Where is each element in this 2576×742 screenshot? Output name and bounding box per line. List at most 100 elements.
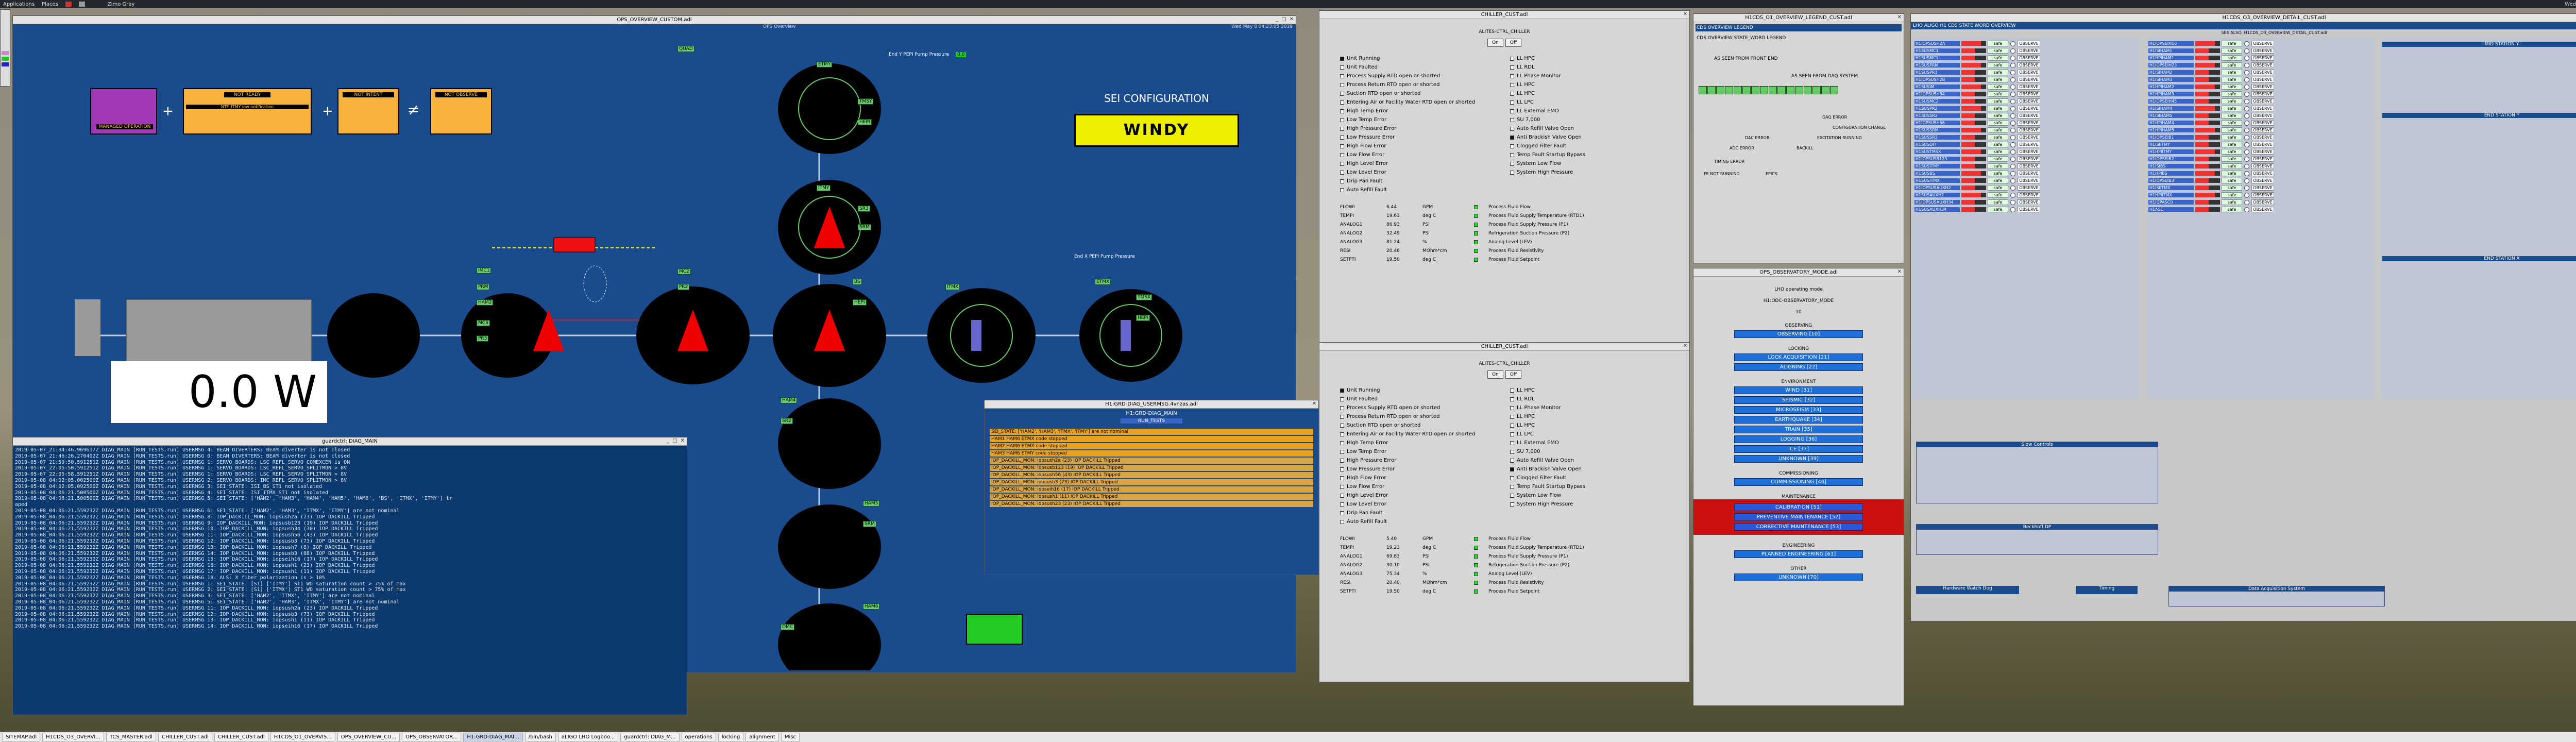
- gear-icon[interactable]: [2010, 156, 2015, 162]
- places-menu[interactable]: Places: [42, 2, 58, 7]
- mode-button[interactable]: CORRECTIVE MAINTENANCE [53]: [1734, 523, 1863, 531]
- not-observe-box[interactable]: NOT OBSERVE: [430, 88, 492, 134]
- gear-icon[interactable]: [2244, 91, 2249, 97]
- gear-icon[interactable]: [2010, 48, 2015, 54]
- model-name[interactable]: H1IOPSUSAUXH34: [1914, 200, 1960, 205]
- close-icon[interactable]: ✕: [1290, 16, 1294, 22]
- gear-icon[interactable]: [2010, 149, 2015, 155]
- gear-icon[interactable]: [2244, 127, 2249, 133]
- mode-button[interactable]: EARTHQUAKE [34]: [1734, 416, 1863, 424]
- model-name[interactable]: H1IOPSEIH45: [2148, 99, 2194, 104]
- model-name[interactable]: H1IOPASC0: [2148, 200, 2194, 205]
- model-name[interactable]: H1HPIHAM2: [2148, 85, 2194, 89]
- applications-menu[interactable]: Applications: [3, 2, 35, 7]
- mode-button[interactable]: CALIBRATION [51]: [1734, 503, 1863, 511]
- model-name[interactable]: H1HPIHAM1: [2148, 56, 2194, 60]
- taskbar-item[interactable]: OPS_OBSERVATOR...: [402, 733, 462, 741]
- device-label[interactable]: HAM4: [781, 397, 798, 403]
- gear-icon[interactable]: [2244, 120, 2249, 126]
- model-name[interactable]: H1SUSSR3: [1914, 135, 1960, 140]
- gear-icon[interactable]: [2010, 134, 2015, 140]
- chiller-off-button[interactable]: Off: [1505, 39, 1522, 47]
- device-label[interactable]: HAM5: [863, 500, 880, 507]
- chiller-on-button[interactable]: On: [1487, 370, 1503, 379]
- model-name[interactable]: H1ISIHAM1: [2148, 48, 2194, 53]
- mini-button[interactable]: [2, 57, 9, 61]
- gear-icon[interactable]: [2010, 77, 2015, 82]
- model-name[interactable]: H1SUSSRM: [1914, 128, 1960, 132]
- mode-button[interactable]: LOCK ACQUISITION [21]: [1734, 353, 1863, 361]
- gear-icon[interactable]: [2010, 84, 2015, 90]
- device-label[interactable]: HEPI: [853, 299, 867, 306]
- gear-icon[interactable]: [2244, 113, 2249, 119]
- chiller-on-button[interactable]: On: [1487, 39, 1503, 47]
- taskbar-item[interactable]: OPS_OVERVIEW_CU...: [337, 733, 400, 741]
- gear-icon[interactable]: [2010, 142, 2015, 147]
- gear-icon[interactable]: [2010, 120, 2015, 126]
- model-name[interactable]: H1ISIHAM3: [2148, 77, 2194, 82]
- gear-icon[interactable]: [2244, 62, 2249, 68]
- gear-icon[interactable]: [2010, 41, 2015, 46]
- model-name[interactable]: H1SUSMC1: [1914, 48, 1960, 53]
- gear-icon[interactable]: [2244, 192, 2249, 198]
- device-label[interactable]: SR3: [858, 206, 870, 212]
- device-label[interactable]: QUAD: [677, 46, 694, 52]
- taskbar-item[interactable]: /bin/bash: [524, 733, 556, 741]
- close-icon[interactable]: ✕: [1683, 11, 1687, 17]
- taskbar-item[interactable]: aLIGO LHO Logboo...: [557, 733, 619, 741]
- model-name[interactable]: H1IOPSUSH2B: [1914, 77, 1960, 82]
- gear-icon[interactable]: [2010, 127, 2015, 133]
- taskbar-item[interactable]: alignment: [745, 733, 779, 741]
- model-name[interactable]: H1IOPSEIH16: [2148, 41, 2194, 46]
- model-name[interactable]: H1ISIBS: [2148, 164, 2194, 168]
- device-label[interactable]: IMC1: [477, 267, 492, 274]
- taskbar-item[interactable]: guardctrl: DIAG_M...: [620, 733, 680, 741]
- device-label[interactable]: HEPI: [1136, 315, 1150, 321]
- model-name[interactable]: H1HPIITMY: [2148, 149, 2194, 154]
- gear-icon[interactable]: [2244, 185, 2249, 191]
- device-label[interactable]: PR2: [677, 284, 690, 290]
- model-name[interactable]: H1SUSAUXH2: [1914, 193, 1960, 197]
- mode-button[interactable]: ICE [37]: [1734, 445, 1863, 453]
- taskbar-item[interactable]: H1CDS_O1_OVERVIS...: [270, 733, 335, 741]
- model-name[interactable]: H1SUSAUXH34: [1914, 207, 1960, 212]
- gear-icon[interactable]: [2010, 70, 2015, 75]
- model-name[interactable]: H1IOPSUSAUXH2: [1914, 185, 1960, 190]
- device-label[interactable]: HEPI: [858, 119, 872, 125]
- gear-icon[interactable]: [2244, 98, 2249, 104]
- gear-icon[interactable]: [2244, 171, 2249, 176]
- gear-icon[interactable]: [2010, 199, 2015, 205]
- model-name[interactable]: H1IOPSUSH34: [1914, 92, 1960, 96]
- model-name[interactable]: H1IOPSEIB1: [2148, 135, 2194, 140]
- taskbar-item[interactable]: operations: [681, 733, 716, 741]
- taskbar-item[interactable]: SITEMAP.adl: [2, 733, 41, 741]
- window-titlebar[interactable]: OPS_OVERVIEW_CUSTOM.adl _ □ ✕: [13, 16, 1296, 24]
- device-label[interactable]: SRM: [863, 521, 876, 527]
- device-label[interactable]: ETMX: [1095, 279, 1111, 285]
- device-label[interactable]: MC3: [477, 320, 490, 326]
- gear-icon[interactable]: [2244, 199, 2249, 205]
- device-label[interactable]: PRM: [477, 284, 490, 290]
- launcher-icon[interactable]: [78, 2, 85, 7]
- model-name[interactable]: H1SUSSR2: [1914, 113, 1960, 118]
- device-label[interactable]: ETMY: [817, 61, 833, 68]
- gear-icon[interactable]: [2244, 207, 2249, 212]
- model-name[interactable]: H1SUSPR2: [1914, 106, 1960, 111]
- gear-icon[interactable]: [2010, 178, 2015, 183]
- device-label[interactable]: PR3: [477, 335, 489, 342]
- gear-icon[interactable]: [2244, 70, 2249, 75]
- model-name[interactable]: H1SUSITMY: [1914, 164, 1960, 168]
- model-name[interactable]: H1HPIBS: [2148, 171, 2194, 176]
- taskbar-item[interactable]: CHILLER_CUST.adl: [214, 733, 268, 741]
- device-label[interactable]: HAM2: [477, 299, 494, 306]
- launcher-icon[interactable]: [65, 2, 72, 7]
- model-name[interactable]: H1IOPSUSH56: [1914, 121, 1960, 125]
- gear-icon[interactable]: [2010, 55, 2015, 61]
- gear-icon[interactable]: [2010, 62, 2015, 68]
- gear-icon[interactable]: [2244, 149, 2249, 155]
- timing-button[interactable]: Timing: [2076, 586, 2138, 594]
- mini-button[interactable]: [2, 51, 9, 55]
- mode-button[interactable]: UNKNOWN [70]: [1734, 574, 1863, 581]
- mode-button[interactable]: WIND [31]: [1734, 386, 1863, 394]
- taskbar-item[interactable]: TCS_MASTER.adl: [106, 733, 156, 741]
